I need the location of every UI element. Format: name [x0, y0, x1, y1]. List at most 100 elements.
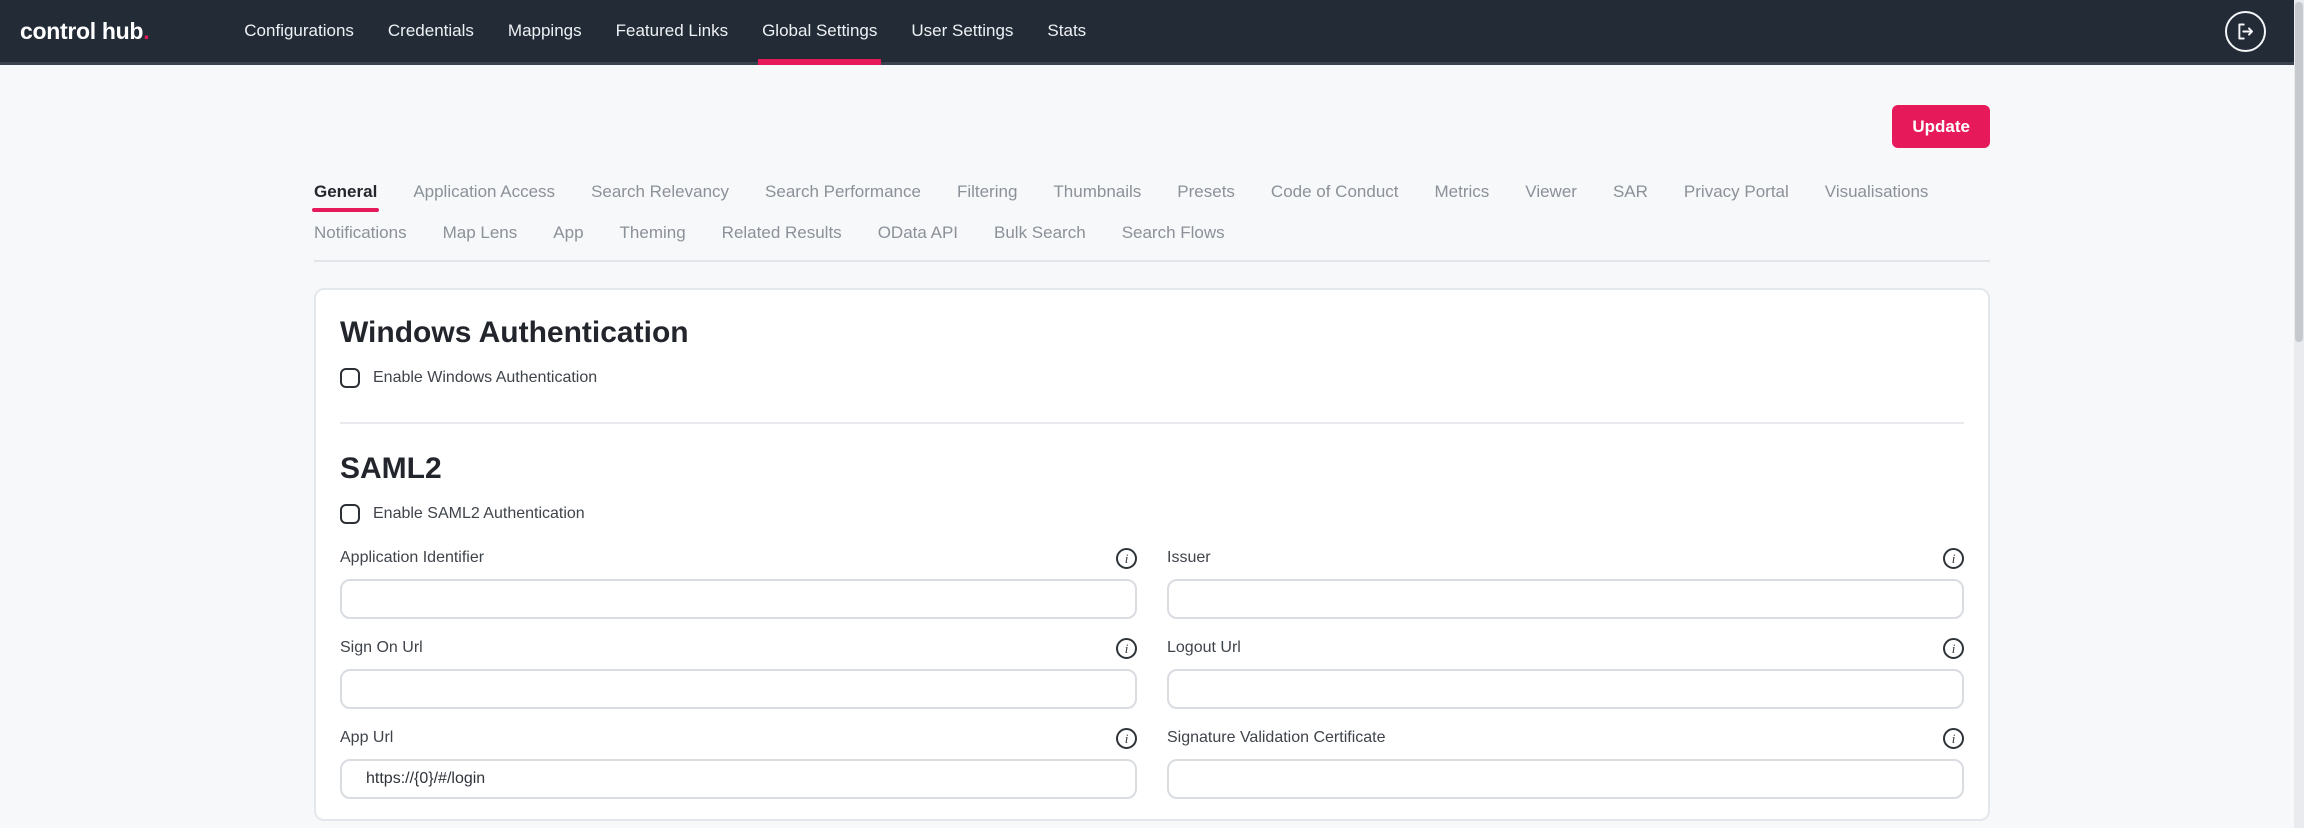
enable-windows-auth-label: Enable Windows Authentication	[373, 369, 597, 387]
tab-label: Viewer	[1525, 182, 1577, 202]
nav-item-label: Mappings	[508, 21, 582, 41]
nav-item-label: Credentials	[388, 21, 474, 41]
tab-label: Application Access	[413, 182, 555, 202]
nav-item[interactable]: Stats	[1047, 0, 1086, 62]
settings-tab[interactable]: Filtering	[957, 172, 1017, 212]
brand-dot: .	[143, 18, 149, 44]
enable-saml2-row: Enable SAML2 Authentication	[340, 503, 1964, 525]
nav-item[interactable]: Global Settings	[762, 0, 877, 62]
brand-name: control hub	[20, 18, 143, 44]
field-input[interactable]	[1167, 669, 1964, 709]
settings-tab[interactable]: Search Relevancy	[591, 172, 729, 212]
tab-label: Search Relevancy	[591, 182, 729, 202]
tab-label: SAR	[1613, 182, 1648, 202]
settings-tab[interactable]: App	[553, 212, 583, 254]
nav-item[interactable]: Featured Links	[616, 0, 728, 62]
form-field: Application Identifier i	[340, 545, 1137, 619]
info-icon[interactable]: i	[1943, 548, 1964, 569]
settings-tab[interactable]: Notifications	[314, 212, 407, 254]
settings-tab[interactable]: Thumbnails	[1053, 172, 1141, 212]
field-input[interactable]	[1167, 759, 1964, 799]
settings-tabs-row-2: Notifications Map Lens App Theming Relat…	[314, 212, 1990, 254]
field-input[interactable]	[340, 759, 1137, 799]
tab-label: Filtering	[957, 182, 1017, 202]
enable-windows-auth-row: Enable Windows Authentication	[340, 367, 1964, 389]
brand-logo[interactable]: control hub.	[20, 18, 149, 45]
logout-button[interactable]	[2225, 11, 2266, 52]
nav-item-label: Featured Links	[616, 21, 728, 41]
settings-tab[interactable]: Map Lens	[443, 212, 518, 254]
field-input[interactable]	[340, 669, 1137, 709]
nav-item[interactable]: Mappings	[508, 0, 582, 62]
settings-tab[interactable]: Visualisations	[1825, 172, 1929, 212]
field-header: App Url i	[340, 725, 1137, 751]
tab-label: Search Flows	[1122, 223, 1225, 243]
nav-item[interactable]: Configurations	[244, 0, 354, 62]
settings-tab[interactable]: SAR	[1613, 172, 1648, 212]
tab-label: Theming	[620, 223, 686, 243]
settings-tab[interactable]: Metrics	[1435, 172, 1490, 212]
enable-saml2-label: Enable SAML2 Authentication	[373, 505, 585, 523]
tabs-divider	[314, 260, 1990, 262]
settings-tab[interactable]: Theming	[620, 212, 686, 254]
settings-tab[interactable]: Presets	[1177, 172, 1235, 212]
nav-item-label: Stats	[1047, 21, 1086, 41]
form-field: Issuer i	[1167, 545, 1964, 619]
tab-label: Visualisations	[1825, 182, 1929, 202]
field-label: Application Identifier	[340, 549, 484, 567]
field-input[interactable]	[1167, 579, 1964, 619]
field-label: App Url	[340, 729, 393, 747]
field-label: Signature Validation Certificate	[1167, 729, 1386, 747]
settings-tab[interactable]: Viewer	[1525, 172, 1577, 212]
page-scrollbar-thumb[interactable]	[2295, 2, 2303, 342]
info-icon[interactable]: i	[1943, 638, 1964, 659]
tab-label: Thumbnails	[1053, 182, 1141, 202]
nav-item-label: User Settings	[911, 21, 1013, 41]
tab-label: Related Results	[722, 223, 842, 243]
nav-item[interactable]: User Settings	[911, 0, 1013, 62]
field-header: Logout Url i	[1167, 635, 1964, 661]
tab-label: Presets	[1177, 182, 1235, 202]
form-field: Signature Validation Certificate i	[1167, 725, 1964, 799]
tab-label: General	[314, 182, 377, 202]
tab-label: Search Performance	[765, 182, 921, 202]
settings-tab[interactable]: Application Access	[413, 172, 555, 212]
nav-menu: Configurations Credentials Mappings Feat…	[244, 0, 1086, 62]
saml2-title: SAML2	[340, 451, 1964, 487]
tab-label: App	[553, 223, 583, 243]
info-icon[interactable]: i	[1116, 638, 1137, 659]
settings-card: Windows Authentication Enable Windows Au…	[314, 288, 1990, 821]
settings-tab[interactable]: Related Results	[722, 212, 842, 254]
enable-saml2-checkbox[interactable]	[340, 504, 360, 524]
update-row: Update	[314, 105, 1990, 148]
enable-windows-auth-checkbox[interactable]	[340, 368, 360, 388]
tab-label: Metrics	[1435, 182, 1490, 202]
update-button[interactable]: Update	[1892, 105, 1990, 148]
field-input[interactable]	[340, 579, 1137, 619]
settings-tab[interactable]: Search Flows	[1122, 212, 1225, 254]
field-header: Issuer i	[1167, 545, 1964, 571]
page-scrollbar-track	[2294, 0, 2304, 828]
nav-item-label: Configurations	[244, 21, 354, 41]
info-icon[interactable]: i	[1116, 548, 1137, 569]
settings-tab[interactable]: General	[314, 172, 377, 212]
field-header: Application Identifier i	[340, 545, 1137, 571]
form-field: Sign On Url i	[340, 635, 1137, 709]
info-icon[interactable]: i	[1943, 728, 1964, 749]
settings-tab[interactable]: Privacy Portal	[1684, 172, 1789, 212]
settings-tab[interactable]: Search Performance	[765, 172, 921, 212]
tab-label: Map Lens	[443, 223, 518, 243]
tab-label: Notifications	[314, 223, 407, 243]
settings-tab[interactable]: Code of Conduct	[1271, 172, 1399, 212]
windows-auth-title: Windows Authentication	[340, 315, 1964, 351]
settings-tab[interactable]: OData API	[878, 212, 958, 254]
info-icon[interactable]: i	[1116, 728, 1137, 749]
nav-item[interactable]: Credentials	[388, 0, 474, 62]
form-field: Logout Url i	[1167, 635, 1964, 709]
field-label: Sign On Url	[340, 639, 423, 657]
top-navbar: control hub. Configurations Credentials …	[0, 0, 2304, 65]
tab-label: Bulk Search	[994, 223, 1086, 243]
settings-tabs-row-1: General Application Access Search Releva…	[314, 172, 1990, 212]
settings-tab[interactable]: Bulk Search	[994, 212, 1086, 254]
saml2-fields-grid: Application Identifier i Issuer i Si	[340, 545, 1964, 799]
